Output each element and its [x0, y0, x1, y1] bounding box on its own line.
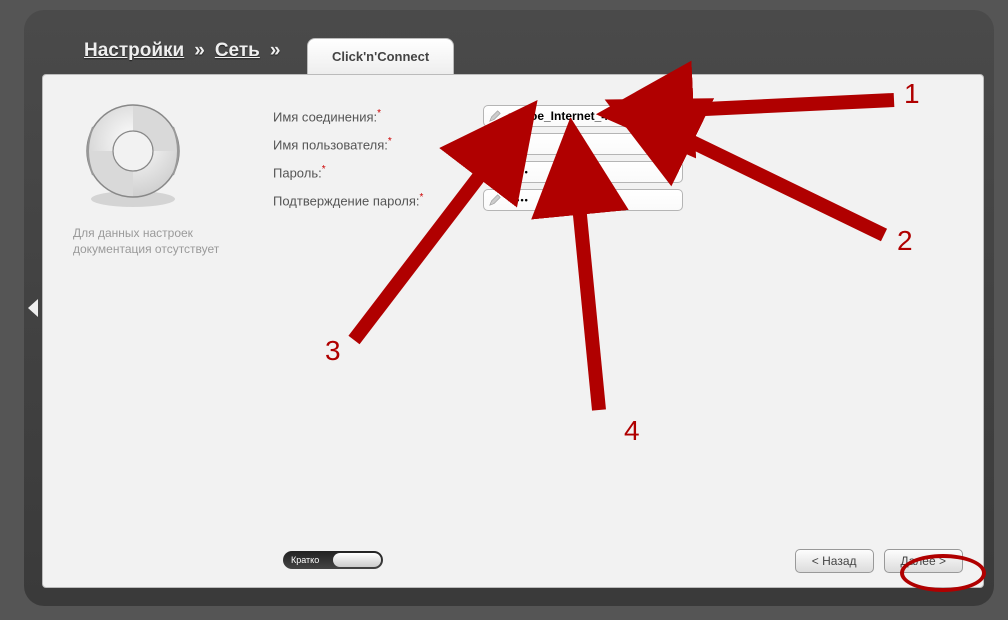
breadcrumb-separator: » — [194, 40, 205, 62]
pencil-icon — [488, 165, 502, 179]
label-password: Пароль:* — [273, 164, 483, 180]
password-confirm-field[interactable] — [483, 189, 683, 211]
label-connection-name: Имя соединения:* — [273, 108, 483, 124]
brief-toggle[interactable]: Кратко — [283, 551, 383, 569]
password-input[interactable] — [506, 166, 678, 178]
username-input[interactable] — [506, 136, 678, 152]
connection-name-input[interactable] — [506, 108, 678, 124]
next-button[interactable]: Далее > — [884, 549, 964, 573]
form-row-connection-name: Имя соединения:* — [273, 105, 683, 127]
lifebuoy-icon — [73, 93, 193, 213]
back-button[interactable]: < Назад — [795, 549, 874, 573]
wizard-buttons: < Назад Далее > — [795, 549, 963, 573]
username-field[interactable] — [483, 133, 683, 155]
help-column: Для данных настроек документация отсутст… — [73, 93, 223, 257]
label-username: Имя пользователя:* — [273, 136, 483, 152]
collapse-handle-icon[interactable] — [28, 299, 38, 317]
pencil-icon — [488, 137, 502, 151]
tab-label: Click'n'Connect — [332, 49, 429, 64]
connection-form: Имя соединения:* Имя пользователя:* Паро… — [273, 105, 683, 217]
tab-click-n-connect[interactable]: Click'n'Connect — [307, 38, 454, 74]
breadcrumb: Настройки » Сеть » — [84, 40, 284, 62]
form-row-password-confirm: Подтверждение пароля:* — [273, 189, 683, 211]
toggle-label: Кратко — [285, 555, 325, 565]
pencil-icon — [488, 193, 502, 207]
password-confirm-input[interactable] — [506, 194, 678, 206]
help-text: Для данных настроек документация отсутст… — [73, 226, 223, 257]
form-row-username: Имя пользователя:* — [273, 133, 683, 155]
breadcrumb-settings[interactable]: Настройки — [84, 40, 184, 62]
main-panel: Для данных настроек документация отсутст… — [42, 74, 984, 588]
breadcrumb-separator: » — [270, 40, 281, 62]
app-frame: Настройки » Сеть » Click'n'Connect — [24, 10, 994, 606]
form-row-password: Пароль:* — [273, 161, 683, 183]
password-field[interactable] — [483, 161, 683, 183]
toggle-knob — [333, 553, 381, 567]
connection-name-field[interactable] — [483, 105, 683, 127]
footer: Кратко < Назад Далее > — [43, 537, 983, 587]
label-password-confirm: Подтверждение пароля:* — [273, 192, 483, 208]
breadcrumb-network[interactable]: Сеть — [215, 40, 260, 62]
pencil-icon — [488, 109, 502, 123]
